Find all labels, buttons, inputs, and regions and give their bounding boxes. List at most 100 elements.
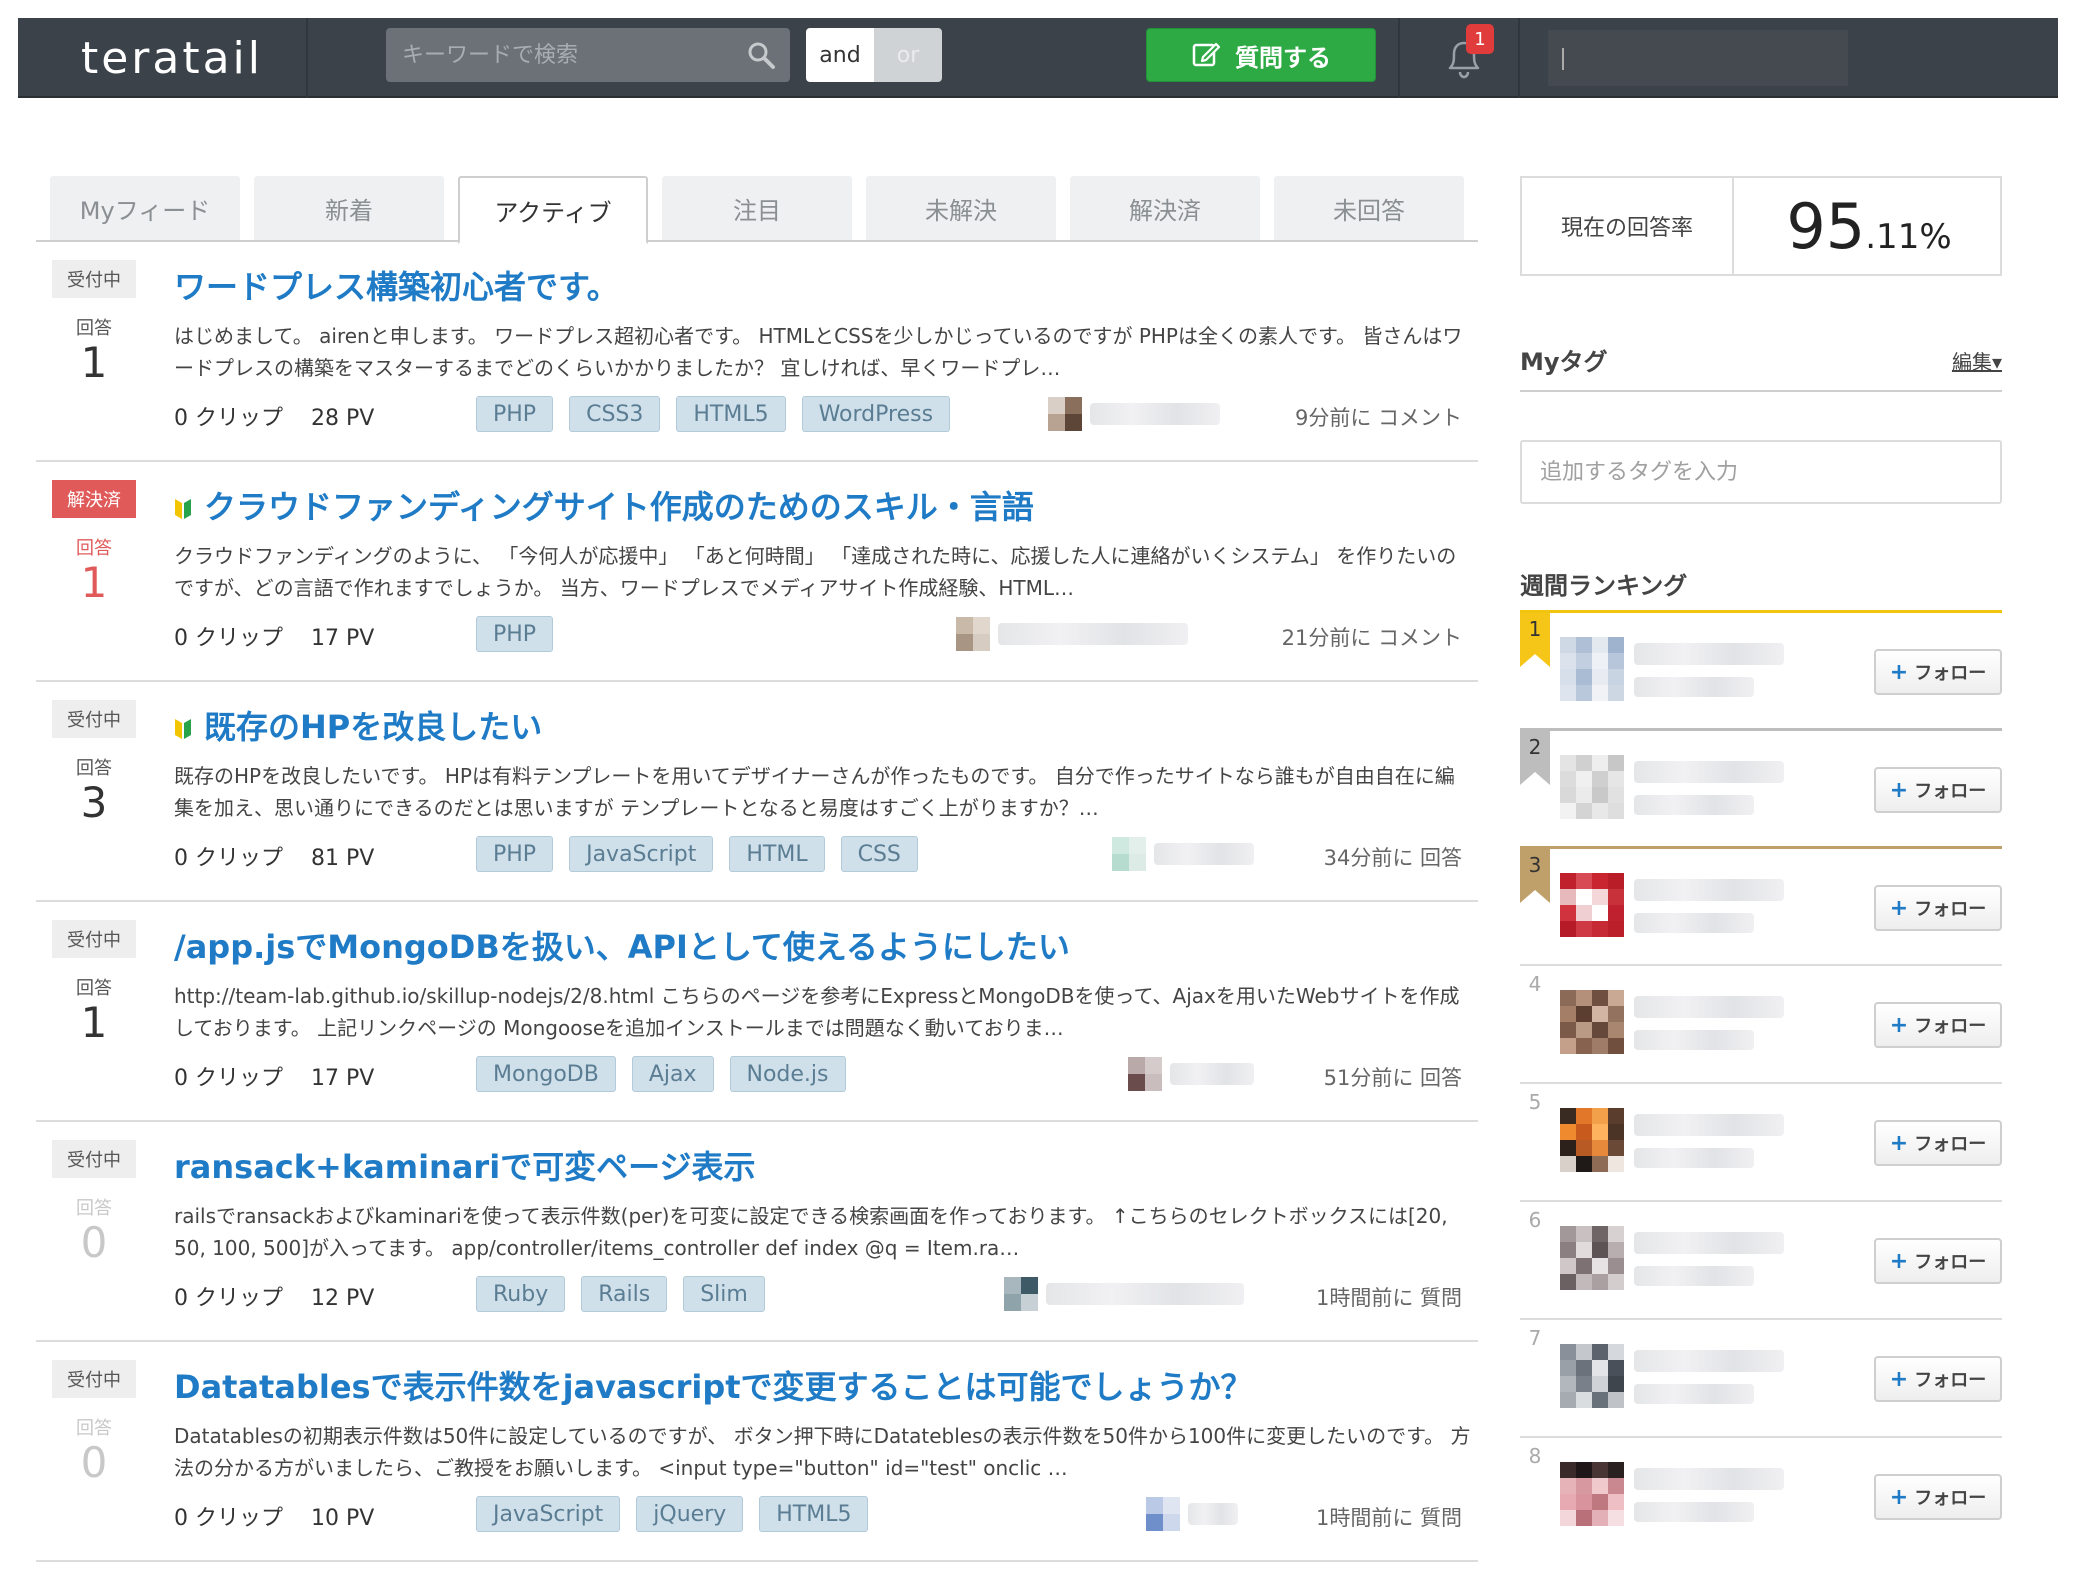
user-score-blurred xyxy=(1634,1266,1754,1286)
avatar[interactable] xyxy=(956,617,990,651)
search-input[interactable] xyxy=(386,28,790,82)
username-blurred[interactable] xyxy=(1634,1114,1784,1136)
ask-question-button[interactable]: 質問する xyxy=(1146,28,1376,82)
tag-chip[interactable]: Node.js xyxy=(729,1056,846,1092)
tag-chip[interactable]: MongoDB xyxy=(476,1056,616,1092)
pv-count: 12 PV xyxy=(311,1286,375,1311)
tag-chip[interactable]: Ajax xyxy=(631,1056,714,1092)
question-title-text[interactable]: Datatablesで表示件数をjavascriptで変更することは可能でしょう… xyxy=(174,1368,1253,1406)
avatar[interactable] xyxy=(1560,990,1624,1054)
tag-add-input[interactable] xyxy=(1522,442,2000,502)
avatar[interactable] xyxy=(1560,1226,1624,1290)
question-user[interactable] xyxy=(1128,1054,1254,1094)
username-blurred[interactable] xyxy=(1634,1232,1784,1254)
question-user[interactable] xyxy=(1112,834,1254,874)
question-item: 受付中 回答 1 /app.jsでMongoDBを扱い、APIとして使えるように… xyxy=(36,904,1478,1122)
follow-button[interactable]: + フォロー xyxy=(1874,1002,2002,1048)
tag-chip[interactable]: PHP xyxy=(476,396,554,432)
question-title[interactable]: 既存のHPを改良したい xyxy=(174,702,542,748)
question-user[interactable] xyxy=(1048,394,1220,434)
avatar[interactable] xyxy=(1560,1462,1624,1526)
follow-button[interactable]: + フォロー xyxy=(1874,1238,2002,1284)
rank-number: 5 xyxy=(1528,1090,1542,1114)
username-blurred[interactable] xyxy=(1188,1503,1238,1525)
username-blurred[interactable] xyxy=(1634,996,1784,1018)
question-user[interactable] xyxy=(1004,1274,1244,1314)
question-title[interactable]: ワードプレス構築初心者です。 xyxy=(174,262,619,308)
tag-chip[interactable]: HTML xyxy=(729,836,825,872)
tag-chip[interactable]: Slim xyxy=(683,1276,765,1312)
follow-button[interactable]: + フォロー xyxy=(1874,649,2002,695)
tag-chip[interactable]: PHP xyxy=(476,616,554,652)
avatar[interactable] xyxy=(1112,837,1146,871)
tag-chip[interactable]: CSS xyxy=(840,836,918,872)
username-blurred[interactable] xyxy=(998,623,1188,645)
username-blurred[interactable] xyxy=(1634,643,1784,665)
plus-icon: + xyxy=(1889,777,1909,803)
follow-button[interactable]: + フォロー xyxy=(1874,767,2002,813)
and-option[interactable]: and xyxy=(806,28,874,82)
question-title-text[interactable]: クラウドファンディングサイト作成のためのスキル・言語 xyxy=(204,488,1034,526)
avatar[interactable] xyxy=(1560,755,1624,819)
tag-chip[interactable]: HTML5 xyxy=(759,1496,869,1532)
question-title-text[interactable]: /app.jsでMongoDBを扱い、APIとして使えるようにしたい xyxy=(174,928,1070,966)
tab-unsolved[interactable]: 未解決 xyxy=(866,176,1056,240)
follow-button[interactable]: + フォロー xyxy=(1874,1120,2002,1166)
username-blurred[interactable] xyxy=(1170,1063,1254,1085)
question-user[interactable] xyxy=(1146,1494,1238,1534)
avatar[interactable] xyxy=(1004,1277,1038,1311)
user-menu[interactable] xyxy=(1548,30,1848,86)
tab-unanswered[interactable]: 未回答 xyxy=(1274,176,1464,240)
question-title-text[interactable]: ワードプレス構築初心者です。 xyxy=(174,268,619,306)
username-blurred[interactable] xyxy=(1046,1283,1244,1305)
ranking-row: 7 + フォロー xyxy=(1520,1318,2002,1436)
tag-chip[interactable]: WordPress xyxy=(801,396,951,432)
tab-active[interactable]: アクティブ xyxy=(458,176,648,244)
username-blurred[interactable] xyxy=(1634,1350,1784,1372)
search-icon[interactable] xyxy=(746,40,776,70)
tag-chip[interactable]: CSS3 xyxy=(569,396,661,432)
or-option[interactable]: or xyxy=(874,28,942,82)
tab-featured[interactable]: 注目 xyxy=(662,176,852,240)
tag-chip[interactable]: JavaScript xyxy=(476,1496,621,1532)
and-or-toggle[interactable]: and or xyxy=(806,28,942,82)
tag-add-field[interactable] xyxy=(1520,440,2002,504)
question-title-text[interactable]: ransack+kaminariで可変ページ表示 xyxy=(174,1148,756,1186)
logo[interactable]: teratail xyxy=(38,18,306,98)
tag-chip[interactable]: JavaScript xyxy=(569,836,714,872)
avatar[interactable] xyxy=(1048,397,1082,431)
mytag-edit-link[interactable]: 編集▾ xyxy=(1952,346,2002,375)
question-user[interactable] xyxy=(956,614,1188,654)
avatar[interactable] xyxy=(1560,1108,1624,1172)
tag-chip[interactable]: HTML5 xyxy=(676,396,786,432)
avatar[interactable] xyxy=(1560,873,1624,937)
search-box[interactable] xyxy=(386,28,790,82)
follow-button[interactable]: + フォロー xyxy=(1874,885,2002,931)
username-blurred[interactable] xyxy=(1634,761,1784,783)
rank-number: 2 xyxy=(1520,731,1550,785)
username-blurred[interactable] xyxy=(1154,843,1254,865)
tab-solved[interactable]: 解決済 xyxy=(1070,176,1260,240)
avatar[interactable] xyxy=(1560,1344,1624,1408)
username-blurred[interactable] xyxy=(1634,1468,1784,1490)
question-title[interactable]: Datatablesで表示件数をjavascriptで変更することは可能でしょう… xyxy=(174,1362,1253,1408)
tag-chip[interactable]: jQuery xyxy=(636,1496,744,1532)
avatar[interactable] xyxy=(1560,637,1624,701)
username-blurred[interactable] xyxy=(1634,879,1784,901)
tag-chip[interactable]: PHP xyxy=(476,836,554,872)
question-title[interactable]: クラウドファンディングサイト作成のためのスキル・言語 xyxy=(174,482,1034,528)
tab-new[interactable]: 新着 xyxy=(254,176,444,240)
question-excerpt: クラウドファンディングのように、 「今何人が応援中」 「あと何時間」 「達成され… xyxy=(174,544,1457,600)
question-title[interactable]: ransack+kaminariで可変ページ表示 xyxy=(174,1142,756,1188)
follow-button[interactable]: + フォロー xyxy=(1874,1474,2002,1520)
tag-chip[interactable]: Rails xyxy=(581,1276,668,1312)
tag-chip[interactable]: Ruby xyxy=(476,1276,566,1312)
question-title-text[interactable]: 既存のHPを改良したい xyxy=(204,708,542,746)
avatar[interactable] xyxy=(1128,1057,1162,1091)
question-title[interactable]: /app.jsでMongoDBを扱い、APIとして使えるようにしたい xyxy=(174,922,1070,968)
username-blurred[interactable] xyxy=(1090,403,1220,425)
follow-button[interactable]: + フォロー xyxy=(1874,1356,2002,1402)
notification-badge[interactable]: 1 xyxy=(1466,24,1494,54)
avatar[interactable] xyxy=(1146,1497,1180,1531)
tab-myfeed[interactable]: Myフィード xyxy=(50,176,240,240)
